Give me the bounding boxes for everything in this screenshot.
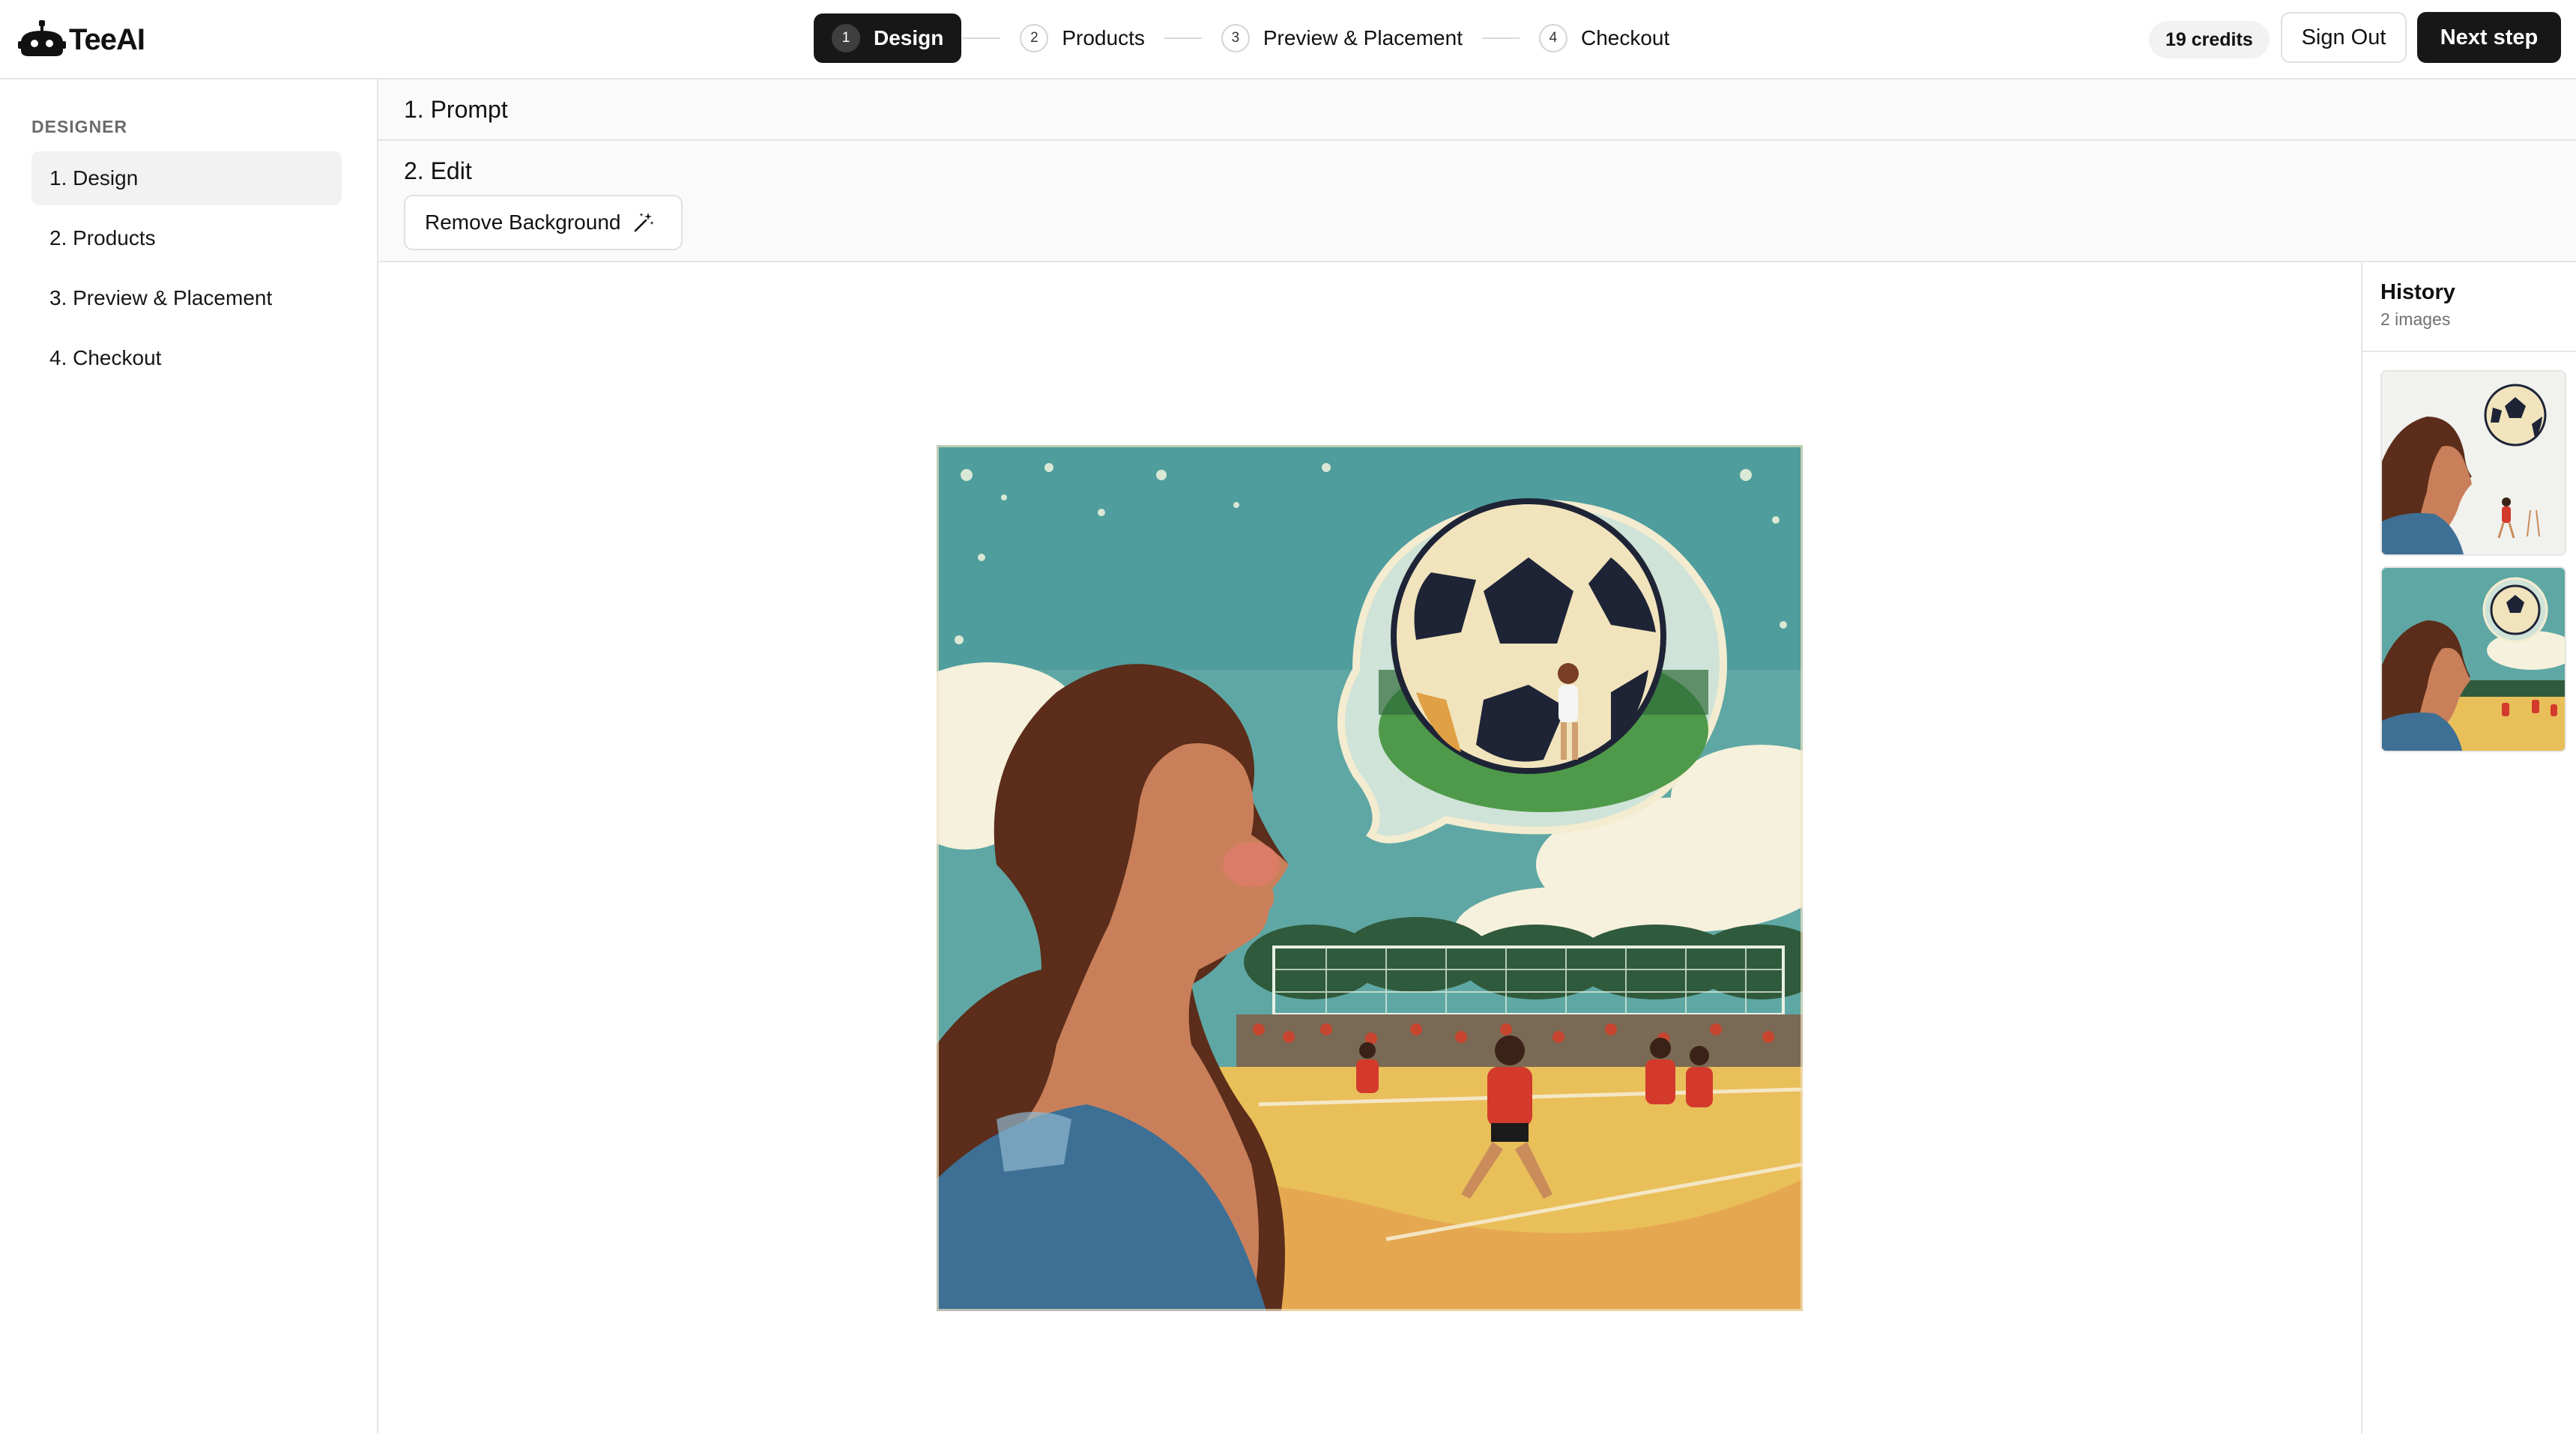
prompt-section[interactable]: 1. Prompt	[378, 79, 2576, 141]
step-separator	[1481, 37, 1520, 39]
step-separator	[1164, 37, 1202, 39]
step-number: 2	[1020, 24, 1049, 52]
robot-icon	[18, 20, 66, 56]
history-thumbnail-1[interactable]	[2380, 370, 2566, 556]
next-step-button[interactable]: Next step	[2417, 12, 2561, 63]
history-count: 2 images	[2380, 309, 2451, 329]
step-number: 3	[1221, 24, 1250, 52]
step-preview-placement[interactable]: 3 Preview & Placement	[1203, 13, 1481, 63]
credits-badge: 19 credits	[2149, 21, 2270, 58]
sidebar-item-checkout[interactable]: 4. Checkout	[31, 331, 342, 385]
step-indicator: 1 Design 2 Products 3 Preview & Placemen…	[814, 13, 1687, 63]
step-separator	[963, 37, 1001, 39]
history-panel: History 2 images	[2361, 262, 2576, 1434]
step-label: Design	[874, 26, 944, 49]
remove-background-button[interactable]: Remove Background	[404, 195, 683, 250]
history-header: History 2 images	[2362, 262, 2576, 352]
sidebar-item-design[interactable]: 1. Design	[31, 151, 342, 205]
prompt-section-title: 1. Prompt	[404, 96, 508, 123]
sidebar-item-products[interactable]: 2. Products	[31, 211, 342, 265]
magic-wand-icon	[635, 213, 655, 232]
edit-section: 2. Edit	[378, 141, 2576, 262]
designer-sidebar: DESIGNER 1. Design 2. Products 3. Previe…	[0, 79, 378, 1434]
edit-section-title: 2. Edit	[404, 157, 472, 184]
brand-logo[interactable]: TeeAI	[18, 18, 145, 61]
history-title: History	[2380, 280, 2455, 304]
step-label: Products	[1062, 26, 1145, 49]
remove-background-label: Remove Background	[425, 211, 621, 234]
step-number: 4	[1538, 24, 1567, 52]
brand-name: TeeAI	[69, 22, 145, 56]
step-design[interactable]: 1 Design	[814, 13, 962, 63]
step-checkout[interactable]: 4 Checkout	[1521, 13, 1687, 63]
sidebar-item-preview-placement[interactable]: 3. Preview & Placement	[31, 271, 342, 325]
top-header: TeeAI 1 Design 2 Products 3 Preview & Pl…	[0, 0, 2576, 79]
step-number: 1	[832, 24, 860, 52]
sidebar-heading: DESIGNER	[31, 117, 128, 136]
step-label: Checkout	[1580, 26, 1670, 49]
design-image[interactable]	[937, 445, 1803, 1311]
history-thumbnail-2[interactable]	[2380, 566, 2566, 752]
step-products[interactable]: 2 Products	[1002, 13, 1163, 63]
sign-out-button[interactable]: Sign Out	[2281, 12, 2407, 63]
step-label: Preview & Placement	[1263, 26, 1463, 49]
